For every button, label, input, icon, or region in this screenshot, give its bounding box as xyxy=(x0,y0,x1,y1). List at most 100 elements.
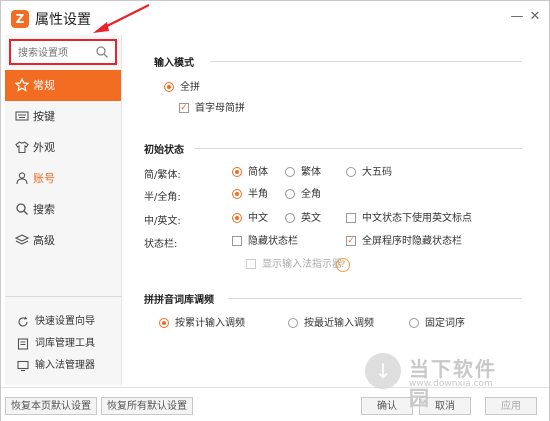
refresh-icon xyxy=(18,316,28,327)
sidebar-item-label: 按键 xyxy=(33,110,55,123)
radio-indicator xyxy=(285,189,295,199)
option-label: 简体 xyxy=(248,167,268,178)
option-label: 全角 xyxy=(301,189,321,200)
sidebar-item-general[interactable]: 常规 xyxy=(5,70,121,101)
radio-indicator xyxy=(159,318,169,328)
watermark-logo-icon: ↓ xyxy=(365,353,401,389)
check-indicator xyxy=(346,213,356,223)
keyboard-icon xyxy=(15,111,29,121)
accumulated-freq-radio[interactable]: 按累计输入调频 xyxy=(159,317,245,331)
option-label: 大五码 xyxy=(362,167,392,178)
radio-indicator xyxy=(285,213,295,223)
minimize-button[interactable]: — xyxy=(509,9,525,25)
sidebar-item-label: 账号 xyxy=(33,172,55,185)
hide-status-bar-checkbox[interactable]: 隐藏状态栏 xyxy=(232,235,298,249)
monitor-icon xyxy=(17,360,29,372)
row-label-status-bar: 状态栏: xyxy=(144,239,178,250)
sidebar-item-search[interactable]: 搜索 xyxy=(5,194,121,225)
bottom-link-label: 词库管理工具 xyxy=(35,338,95,349)
restore-all-defaults-button[interactable]: 恢复所有默认设置 xyxy=(101,397,193,415)
section-title-initial-state: 初始状态 xyxy=(144,145,184,156)
radio-indicator xyxy=(346,167,356,177)
star-icon xyxy=(15,78,29,92)
recent-freq-radio[interactable]: 按最近输入调频 xyxy=(288,317,374,331)
magnifier-icon[interactable] xyxy=(95,45,109,59)
option-label: 中文状态下使用英文标点 xyxy=(362,213,472,224)
radio-indicator xyxy=(288,318,298,328)
chinese-radio[interactable]: 中文 xyxy=(232,212,268,226)
ok-button[interactable]: 确认 xyxy=(361,397,413,415)
layers-icon xyxy=(15,234,29,245)
sidebar-item-label: 常规 xyxy=(33,79,55,92)
simplified-radio[interactable]: 简体 xyxy=(232,166,268,180)
dictionary-manager-link[interactable]: 词库管理工具 xyxy=(17,336,95,352)
section-title-input-mode: 输入模式 xyxy=(154,58,194,69)
full-width-radio[interactable]: 全角 xyxy=(285,188,321,202)
sidebar-item-label: 外观 xyxy=(33,141,55,154)
sidebar-item-appearance[interactable]: 外观 xyxy=(5,132,121,163)
sidebar-item-advanced[interactable]: 高级 xyxy=(5,225,121,256)
option-label: 半角 xyxy=(248,189,268,200)
radio-indicator xyxy=(232,167,242,177)
restore-page-defaults-button[interactable]: 恢复本页默认设置 xyxy=(5,397,97,415)
sidebar-item-account[interactable]: 账号 xyxy=(5,163,121,194)
settings-search-box[interactable] xyxy=(9,39,117,65)
fixed-order-radio[interactable]: 固定词序 xyxy=(409,317,465,331)
radio-indicator xyxy=(232,189,242,199)
window-title: 属性设置 xyxy=(35,12,91,28)
book-icon xyxy=(17,338,29,350)
option-label: 显示输入法指示器 xyxy=(262,259,342,270)
show-ime-indicator-checkbox[interactable]: 显示输入法指示器 xyxy=(246,258,342,272)
settings-content: 输入模式 全拼 ✓ 首字母简拼 初始状态 简/繁体: 简体 繁体 大五码 半/全… xyxy=(122,35,546,385)
option-label: 隐藏状态栏 xyxy=(248,236,298,247)
section-divider xyxy=(194,148,522,149)
half-width-radio[interactable]: 半角 xyxy=(232,188,268,202)
watermark: ↓ 当下软件园 www.downxia.com xyxy=(365,353,515,410)
shirt-icon xyxy=(15,141,29,154)
search-input[interactable] xyxy=(16,42,98,64)
bottom-link-label: 输入法管理器 xyxy=(35,360,95,371)
radio-indicator xyxy=(232,213,242,223)
option-label: 中文 xyxy=(248,213,268,224)
ime-manager-link[interactable]: 输入法管理器 xyxy=(17,358,95,374)
app-logo-icon: Z xyxy=(11,10,29,28)
check-indicator: ✓ xyxy=(179,103,189,113)
option-label: 固定词序 xyxy=(425,318,465,329)
sidebar-item-keys[interactable]: 按键 xyxy=(5,101,121,132)
radio-indicator xyxy=(164,82,174,92)
english-punctuation-checkbox[interactable]: 中文状态下使用英文标点 xyxy=(346,212,472,226)
option-label: 英文 xyxy=(301,213,321,224)
sidebar-divider xyxy=(5,296,121,297)
big5-radio[interactable]: 大五码 xyxy=(346,166,392,180)
settings-window: Z 属性设置 — ✕ 常规 按键 外观 账号 搜索 高级 xyxy=(0,0,550,421)
option-label: 按累计输入调频 xyxy=(175,318,245,329)
watermark-url: www.downxia.com xyxy=(409,379,493,389)
option-label: 全拼 xyxy=(180,82,200,93)
help-icon[interactable]: ? xyxy=(336,258,350,272)
annotation-arrow-icon xyxy=(93,4,150,33)
traditional-radio[interactable]: 繁体 xyxy=(285,166,321,180)
option-label: 全屏程序时隐藏状态栏 xyxy=(362,236,462,247)
check-indicator: ✓ xyxy=(346,236,356,246)
title-bar: Z 属性设置 — ✕ xyxy=(1,1,549,35)
quanpin-radio[interactable]: 全拼 xyxy=(164,81,200,95)
check-indicator xyxy=(246,259,256,269)
option-label: 按最近输入调频 xyxy=(304,318,374,329)
row-label-chinese-english: 中/英文: xyxy=(144,216,181,227)
radio-indicator xyxy=(285,167,295,177)
bottom-link-label: 快速设置向导 xyxy=(35,316,95,327)
section-divider xyxy=(228,298,522,299)
row-label-simplified-traditional: 简/繁体: xyxy=(144,170,181,181)
hide-status-bar-fullscreen-checkbox[interactable]: ✓ 全屏程序时隐藏状态栏 xyxy=(346,235,462,249)
close-button[interactable]: ✕ xyxy=(527,9,543,25)
shouzimu-checkbox[interactable]: ✓ 首字母简拼 xyxy=(179,102,245,116)
search-icon xyxy=(16,203,28,215)
sidebar-item-label: 搜索 xyxy=(33,203,55,216)
user-icon xyxy=(16,172,28,185)
radio-indicator xyxy=(409,318,419,328)
english-radio[interactable]: 英文 xyxy=(285,212,321,226)
quick-setup-wizard-link[interactable]: 快速设置向导 xyxy=(17,314,95,330)
section-title-ciku: 拼拼音词库调频 xyxy=(144,295,214,306)
option-label: 首字母简拼 xyxy=(195,103,245,114)
section-divider xyxy=(210,61,522,62)
